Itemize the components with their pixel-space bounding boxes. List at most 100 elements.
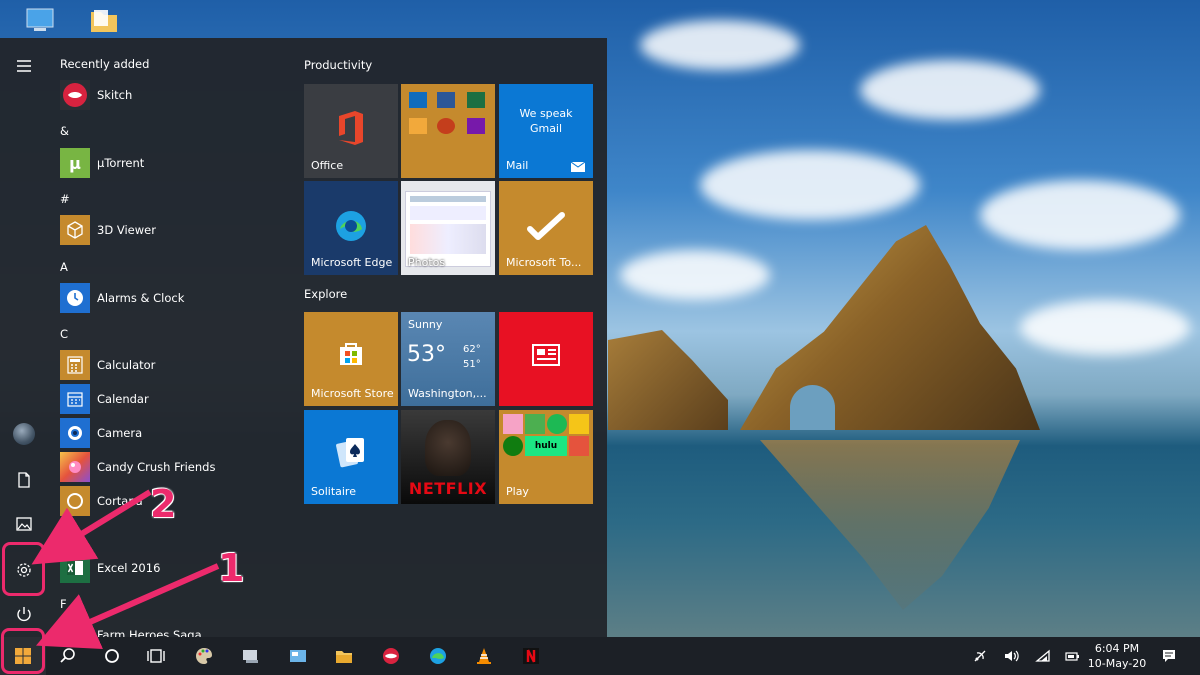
computer-taskbar-button[interactable] bbox=[229, 637, 273, 675]
tile-label: Microsoft To... bbox=[506, 256, 582, 269]
todo-tile[interactable]: Microsoft To... bbox=[499, 181, 593, 275]
netflix-taskbar-button[interactable] bbox=[509, 637, 553, 675]
action-center-button[interactable] bbox=[1161, 637, 1177, 675]
control-panel-taskbar-button[interactable] bbox=[276, 637, 320, 675]
notification-icon bbox=[1163, 650, 1175, 662]
solitaire-tile[interactable]: Solitaire bbox=[304, 410, 398, 504]
location-tray-button[interactable] bbox=[972, 637, 988, 675]
office-apps-folder-tile[interactable] bbox=[401, 84, 495, 178]
play-folder-tile[interactable]: hulu Play bbox=[499, 410, 593, 504]
cortana-circle-icon bbox=[105, 649, 119, 663]
cloud bbox=[980, 180, 1180, 250]
productivity-group-label[interactable]: Productivity bbox=[304, 58, 372, 72]
app-label: 3D Viewer bbox=[97, 223, 156, 237]
mail-icon bbox=[571, 162, 585, 172]
weather-temperature: 53° bbox=[407, 342, 446, 367]
app-item-excel[interactable]: Excel 2016 bbox=[60, 552, 290, 584]
news-icon bbox=[532, 344, 560, 366]
app-item-candy-crush[interactable]: Candy Crush Friends bbox=[60, 451, 290, 483]
rock-reflection bbox=[760, 440, 1020, 610]
vlc-taskbar-button[interactable] bbox=[462, 637, 506, 675]
onedrive-icon bbox=[409, 118, 427, 134]
avatar bbox=[13, 423, 35, 445]
photos-tile[interactable]: Photos bbox=[401, 181, 495, 275]
control-panel-icon bbox=[290, 650, 306, 662]
app-list: Recently added Skitch & µ µTorrent # 3D … bbox=[60, 38, 290, 637]
volume-tray-button[interactable] bbox=[1003, 637, 1019, 675]
edge-tile[interactable]: Microsoft Edge bbox=[304, 181, 398, 275]
pictures-button[interactable] bbox=[8, 508, 40, 540]
app-label: Camera bbox=[97, 426, 143, 440]
start-menu: Recently added Skitch & µ µTorrent # 3D … bbox=[0, 38, 607, 637]
app-item-utorrent[interactable]: µ µTorrent bbox=[60, 147, 290, 179]
weather-tile[interactable]: Sunny 53° 62° 51° Washington,... bbox=[401, 312, 495, 406]
paint-taskbar-button[interactable] bbox=[182, 637, 226, 675]
office-tile[interactable]: Office bbox=[304, 84, 398, 178]
netflix-artwork bbox=[425, 420, 471, 476]
letter-header-f[interactable]: F bbox=[60, 597, 67, 611]
this-pc-desktop-icon[interactable] bbox=[24, 6, 56, 36]
expand-menu-button[interactable] bbox=[8, 50, 40, 82]
app-item-calendar[interactable]: Calendar bbox=[60, 383, 290, 415]
news-tile[interactable] bbox=[499, 312, 593, 406]
letter-header-hash[interactable]: # bbox=[60, 192, 70, 206]
app-item-farm-heroes[interactable]: Farm Heroes Saga bbox=[60, 619, 290, 637]
wifi-icon bbox=[1035, 649, 1050, 662]
documents-button[interactable] bbox=[8, 464, 40, 496]
microsoft-store-tile[interactable]: Microsoft Store bbox=[304, 312, 398, 406]
excel-icon bbox=[467, 92, 485, 108]
document-icon bbox=[18, 472, 30, 488]
power-icon bbox=[17, 607, 31, 622]
cloud bbox=[620, 250, 770, 300]
task-view-icon bbox=[147, 649, 165, 663]
clock-time: 6:04 PM bbox=[1094, 642, 1140, 655]
cloud bbox=[700, 150, 920, 220]
folder-desktop-icon[interactable] bbox=[88, 6, 120, 36]
candy-crush-mini-icon bbox=[503, 414, 523, 434]
file-explorer-taskbar-button[interactable] bbox=[322, 637, 366, 675]
app-item-alarms-clock[interactable]: Alarms & Clock bbox=[60, 282, 290, 314]
mail-tile[interactable]: We speak Gmail Mail bbox=[499, 84, 593, 178]
battery-plug-icon bbox=[1065, 652, 1079, 661]
tile-label: Microsoft Store bbox=[311, 387, 394, 400]
cortana-icon bbox=[60, 486, 90, 516]
app-item-skitch[interactable]: Skitch bbox=[60, 79, 290, 111]
cortana-button[interactable] bbox=[90, 637, 134, 675]
letter-header-c[interactable]: C bbox=[60, 327, 68, 341]
mail-tile-text-mid: Gmail bbox=[529, 122, 563, 135]
cloud bbox=[640, 20, 800, 70]
calendar-icon bbox=[60, 384, 90, 414]
powerpoint-icon bbox=[437, 118, 455, 134]
store-bag-icon bbox=[340, 343, 362, 365]
search-button[interactable] bbox=[46, 637, 90, 675]
skitch-taskbar-button[interactable] bbox=[369, 637, 413, 675]
power-button[interactable] bbox=[8, 598, 40, 630]
word-icon bbox=[437, 92, 455, 108]
xbox-mini-icon bbox=[503, 436, 523, 456]
tile-label: Washington,... bbox=[408, 387, 487, 400]
skitch-icon bbox=[383, 648, 399, 664]
start-highlight-box bbox=[1, 628, 45, 674]
app-label: µTorrent bbox=[97, 156, 145, 170]
netflix-tile[interactable]: NETFLIX bbox=[401, 410, 495, 504]
recently-added-heading: Recently added bbox=[60, 57, 150, 71]
wifi-tray-button[interactable] bbox=[1035, 637, 1051, 675]
edge-taskbar-button[interactable] bbox=[416, 637, 460, 675]
user-account-button[interactable] bbox=[8, 418, 40, 450]
volume-icon bbox=[1005, 650, 1019, 662]
app-item-camera[interactable]: Camera bbox=[60, 417, 290, 449]
taskbar-clock[interactable]: 6:04 PM 10-May-20 bbox=[1084, 641, 1150, 671]
app-item-3d-viewer[interactable]: 3D Viewer bbox=[60, 214, 290, 246]
netflix-icon bbox=[523, 648, 539, 664]
spotify-mini-icon bbox=[547, 414, 567, 434]
hulu-mini-icon: hulu bbox=[525, 436, 567, 456]
letter-header-a[interactable]: A bbox=[60, 260, 68, 274]
letter-header-amp[interactable]: & bbox=[60, 124, 69, 138]
tile-label: Solitaire bbox=[311, 485, 356, 498]
explore-group-label[interactable]: Explore bbox=[304, 287, 347, 301]
app-item-calculator[interactable]: Calculator bbox=[60, 349, 290, 381]
settings-highlight-box bbox=[2, 542, 45, 596]
task-view-button[interactable] bbox=[134, 637, 178, 675]
tile-label: Mail bbox=[506, 159, 529, 172]
battery-tray-button[interactable] bbox=[1064, 637, 1080, 675]
